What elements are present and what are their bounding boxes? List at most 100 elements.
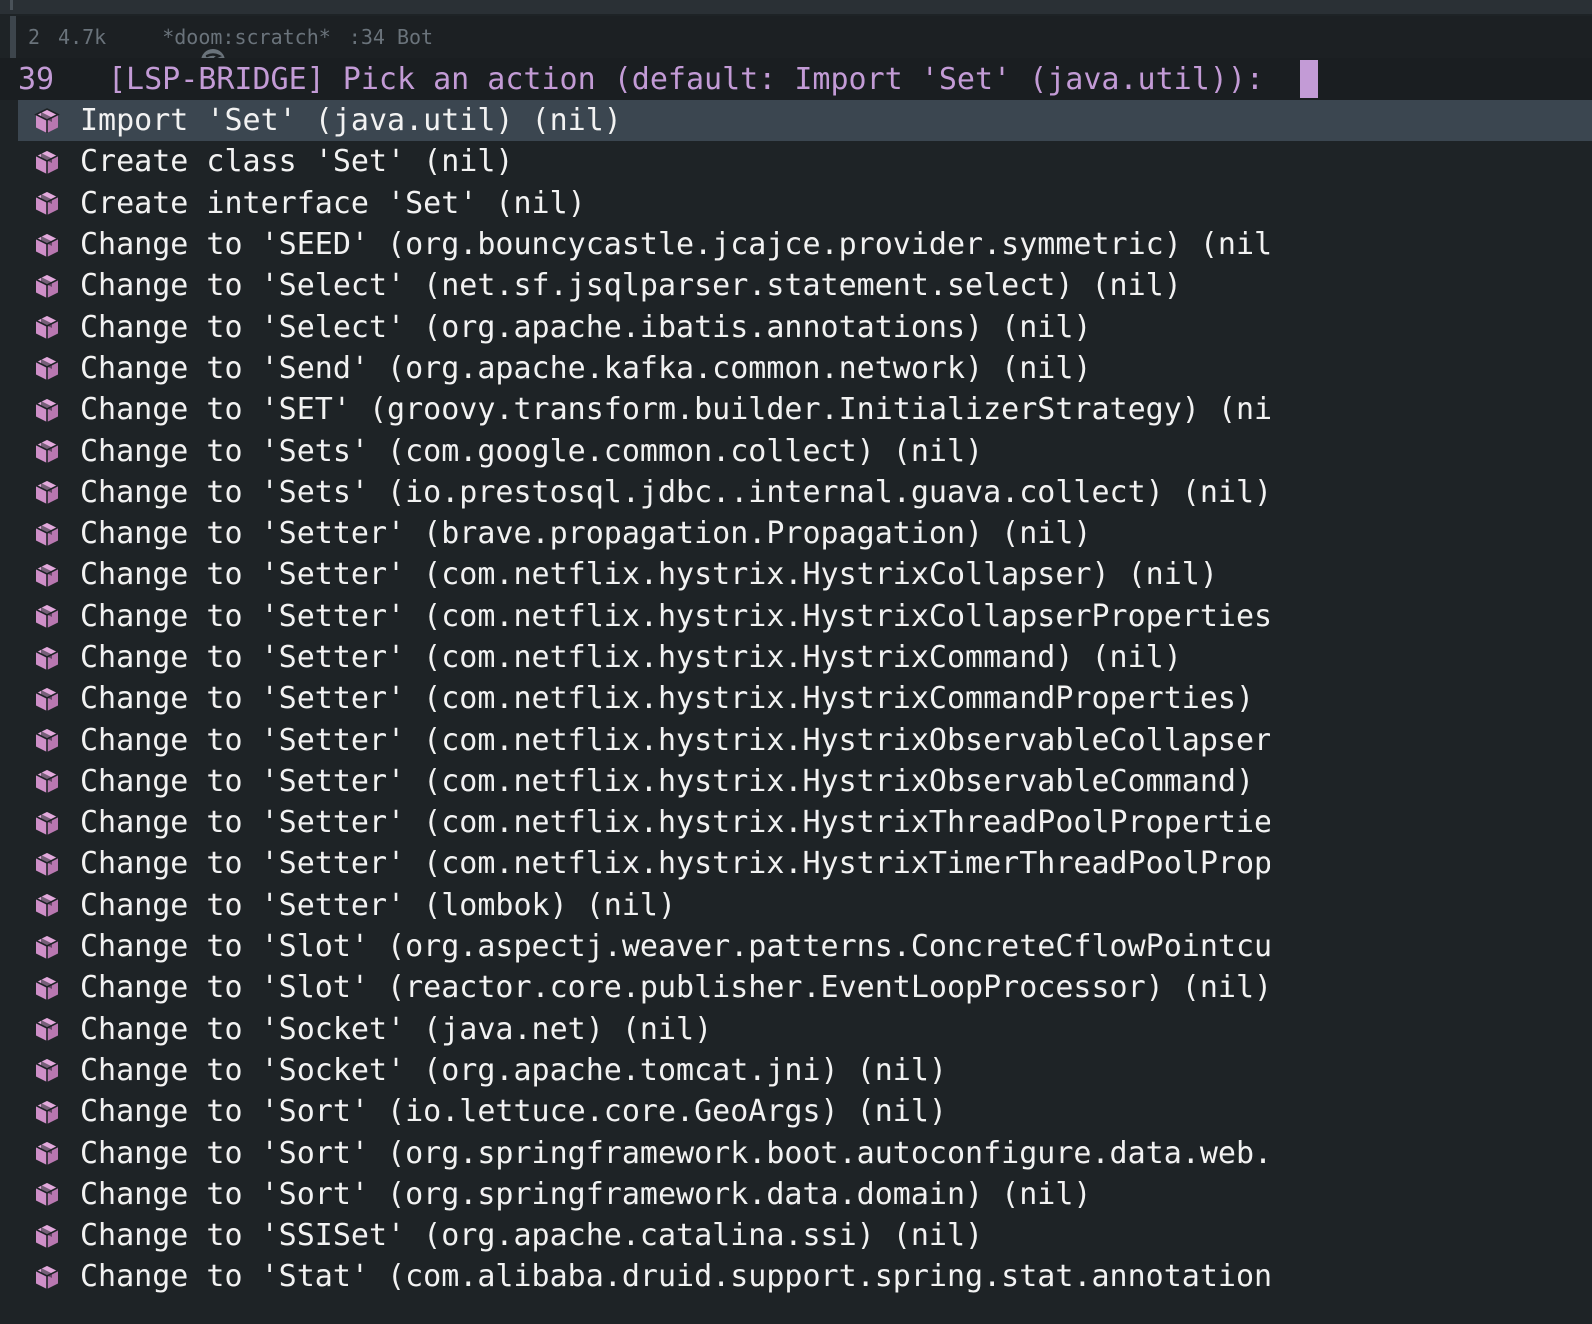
package-cube-icon <box>32 643 62 673</box>
candidate-label: Change to 'Sort' (org.springframework.bo… <box>80 1135 1270 1171</box>
candidate-row[interactable]: Change to 'Setter' (com.netflix.hystrix.… <box>18 843 1592 884</box>
candidate-label: Import 'Set' (java.util) (nil) <box>80 103 622 139</box>
candidate-row[interactable]: Change to 'Setter' (com.netflix.hystrix.… <box>18 678 1592 719</box>
candidate-label: Change to 'Sets' (io.prestosql.jdbc..int… <box>80 474 1270 510</box>
candidate-label: Change to 'SEED' (org.bouncycastle.jcajc… <box>80 227 1270 263</box>
candidate-row[interactable]: Change to 'Setter' (com.netflix.hystrix.… <box>18 761 1592 802</box>
package-cube-icon <box>32 312 62 342</box>
package-cube-icon <box>32 1014 62 1044</box>
package-cube-icon <box>32 808 62 838</box>
candidate-row[interactable]: Change to 'Stat' (com.alibaba.druid.supp… <box>18 1256 1592 1297</box>
candidate-label: Change to 'Socket' (java.net) (nil) <box>80 1011 713 1047</box>
candidate-label: Change to 'Slot' (reactor.core.publisher… <box>80 970 1270 1006</box>
candidate-label: Change to 'Select' (net.sf.jsqlparser.st… <box>80 268 1182 304</box>
package-cube-icon <box>32 436 62 466</box>
candidate-label: Change to 'Sets' (com.google.common.coll… <box>80 433 984 469</box>
candidate-row[interactable]: Create interface 'Set' (nil) <box>18 183 1592 224</box>
candidate-list: Import 'Set' (java.util) (nil) Create cla… <box>18 100 1592 1298</box>
window-edge-marker <box>10 0 13 10</box>
candidate-count: 39 <box>18 61 55 97</box>
candidate-row[interactable]: Change to 'Setter' (com.netflix.hystrix.… <box>18 719 1592 760</box>
candidate-label: Change to 'Setter' (com.netflix.hystrix.… <box>80 598 1270 634</box>
package-cube-icon <box>32 271 62 301</box>
candidate-label: Change to 'Setter' (com.netflix.hystrix.… <box>80 846 1270 882</box>
candidate-row[interactable]: Change to 'Select' (net.sf.jsqlparser.st… <box>18 265 1592 306</box>
package-cube-icon <box>32 1138 62 1168</box>
candidate-row[interactable]: Change to 'Setter' (lombok) (nil) <box>18 885 1592 926</box>
candidate-row[interactable]: Change to 'Setter' (brave.propagation.Pr… <box>18 513 1592 554</box>
candidate-row[interactable]: Change to 'Sort' (io.lettuce.core.GeoArg… <box>18 1091 1592 1132</box>
package-cube-icon <box>32 1179 62 1209</box>
emacs-frame: 2 4.7k *doom:scratch* :34 Bot 39 [LSP-BR… <box>0 0 1592 1324</box>
candidate-label: Change to 'Setter' (com.netflix.hystrix.… <box>80 640 1182 675</box>
candidate-row[interactable]: Change to 'Setter' (com.netflix.hystrix.… <box>18 554 1592 595</box>
window-top-strip <box>0 0 1592 14</box>
candidate-row[interactable]: Change to 'Socket' (java.net) (nil) <box>18 1009 1592 1050</box>
modeline: 2 4.7k *doom:scratch* :34 Bot <box>10 16 1592 73</box>
modeline-buffer-name[interactable]: *doom:scratch* <box>162 25 331 49</box>
package-cube-icon <box>32 890 62 920</box>
minibuffer-prompt[interactable]: 39 [LSP-BRIDGE] Pick an action (default:… <box>0 58 1592 100</box>
candidate-label: Change to 'Setter' (com.netflix.hystrix.… <box>80 557 1218 593</box>
candidate-label: Change to 'Select' (org.apache.ibatis.an… <box>80 309 1092 345</box>
candidate-row[interactable]: Change to 'SEED' (org.bouncycastle.jcajc… <box>18 224 1592 265</box>
candidate-label: Change to 'Slot' (org.aspectj.weaver.pat… <box>80 929 1270 965</box>
candidate-label: Change to 'Send' (org.apache.kafka.commo… <box>80 350 1092 386</box>
package-cube-icon <box>32 188 62 218</box>
package-cube-icon <box>32 1097 62 1127</box>
modeline-bar <box>10 16 16 58</box>
package-cube-icon <box>32 230 62 260</box>
candidate-row[interactable]: Change to 'Sort' (org.springframework.bo… <box>18 1132 1592 1173</box>
package-cube-icon <box>32 477 62 507</box>
package-cube-icon <box>32 1055 62 1085</box>
package-cube-icon <box>32 849 62 879</box>
package-cube-icon <box>32 932 62 962</box>
candidate-label: Change to 'Setter' (lombok) (nil) <box>80 887 677 923</box>
candidate-row[interactable]: Create class 'Set' (nil) <box>18 141 1592 182</box>
candidate-label: Change to 'Setter' (brave.propagation.Pr… <box>80 516 1092 552</box>
candidate-label: Change to 'SET' (groovy.transform.builde… <box>80 392 1270 428</box>
candidate-label: Create class 'Set' (nil) <box>80 144 514 180</box>
candidate-row[interactable]: Change to 'SET' (groovy.transform.builde… <box>18 389 1592 430</box>
candidate-label: Create interface 'Set' (nil) <box>80 185 586 221</box>
package-cube-icon <box>32 973 62 1003</box>
package-cube-icon <box>32 560 62 590</box>
package-cube-icon <box>32 106 62 136</box>
candidate-label: Change to 'Sort' (org.springframework.da… <box>80 1176 1092 1212</box>
package-cube-icon <box>32 147 62 177</box>
candidate-row[interactable]: Change to 'Slot' (org.aspectj.weaver.pat… <box>18 926 1592 967</box>
package-cube-icon <box>32 684 62 714</box>
text-cursor[interactable] <box>1300 60 1318 98</box>
candidate-label: Change to 'Setter' (com.netflix.hystrix.… <box>80 763 1270 799</box>
package-cube-icon <box>32 601 62 631</box>
candidate-row[interactable]: Change to 'Socket' (org.apache.tomcat.jn… <box>18 1050 1592 1091</box>
candidate-row[interactable]: Change to 'Send' (org.apache.kafka.commo… <box>18 348 1592 389</box>
package-cube-icon <box>32 1262 62 1292</box>
candidate-label: Change to 'Setter' (com.netflix.hystrix.… <box>80 681 1270 717</box>
candidate-label: Change to 'Sort' (io.lettuce.core.GeoArg… <box>80 1094 947 1130</box>
modeline-size: 4.7k <box>58 25 107 49</box>
candidate-row[interactable]: Change to 'Sets' (com.google.common.coll… <box>18 430 1592 471</box>
candidate-row[interactable]: Change to 'SSISet' (org.apache.catalina.… <box>18 1215 1592 1256</box>
candidate-row[interactable]: Change to 'Sets' (io.prestosql.jdbc..int… <box>18 472 1592 513</box>
package-cube-icon <box>32 1221 62 1251</box>
candidate-label: Change to 'Stat' (com.alibaba.druid.supp… <box>80 1259 1270 1295</box>
modeline-position: :34 Bot <box>348 25 434 49</box>
candidate-row[interactable]: Change to 'Sort' (org.springframework.da… <box>18 1174 1592 1215</box>
package-cube-icon <box>32 395 62 425</box>
candidate-row[interactable]: Change to 'Setter' (com.netflix.hystrix.… <box>18 596 1592 637</box>
prompt-text: [LSP-BRIDGE] Pick an action (default: Im… <box>108 61 1282 97</box>
package-cube-icon <box>32 725 62 755</box>
emacs-logo-icon <box>128 24 226 73</box>
candidate-row[interactable]: Import 'Set' (java.util) (nil) <box>18 100 1592 142</box>
candidate-row[interactable]: Change to 'Setter' (com.netflix.hystrix.… <box>18 802 1592 843</box>
package-cube-icon <box>32 353 62 383</box>
candidate-row[interactable]: Change to 'Setter' (com.netflix.hystrix.… <box>18 637 1592 678</box>
package-cube-icon <box>32 766 62 796</box>
candidate-row[interactable]: Change to 'Slot' (reactor.core.publisher… <box>18 967 1592 1008</box>
candidate-label: Change to 'Setter' (com.netflix.hystrix.… <box>80 722 1270 758</box>
candidate-row[interactable]: Change to 'Select' (org.apache.ibatis.an… <box>18 306 1592 347</box>
candidate-label: Change to 'Setter' (com.netflix.hystrix.… <box>80 805 1270 841</box>
candidate-label: Change to 'SSISet' (org.apache.catalina.… <box>80 1218 984 1254</box>
package-cube-icon <box>32 519 62 549</box>
